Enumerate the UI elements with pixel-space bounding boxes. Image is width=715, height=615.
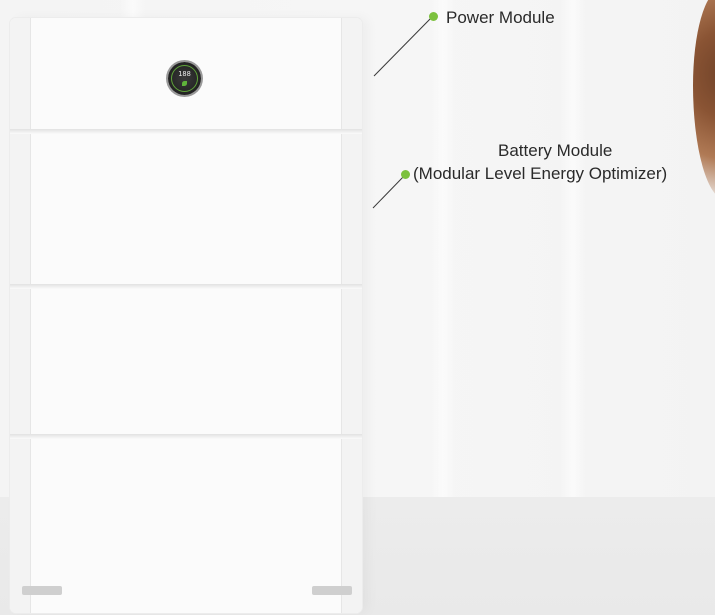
power-module-leader <box>373 16 433 77</box>
power-module-dot <box>429 12 438 21</box>
battery-module-label: Battery Module <box>498 141 613 160</box>
battery-module-sublabel: (Modular Level Energy Optimizer) <box>413 164 668 183</box>
callout-leader-lines <box>372 16 433 209</box>
battery-module-dot <box>401 170 410 179</box>
product-scene: 188 Power Module Battery Module (Modular… <box>0 0 715 615</box>
power-module-label: Power Module <box>446 8 555 27</box>
battery-module-leader <box>372 174 406 209</box>
